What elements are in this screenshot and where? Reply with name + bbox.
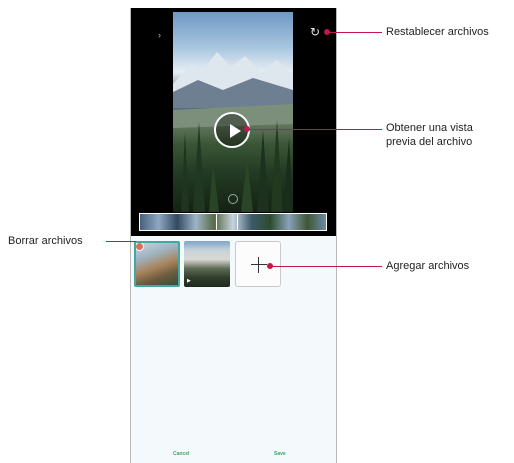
save-button[interactable]: Save <box>274 451 286 457</box>
clip-thumbnail-1[interactable] <box>134 241 180 287</box>
phone-screen: › ↻ ▶ Cancel Save <box>130 8 337 463</box>
play-icon <box>230 124 241 138</box>
add-callout-label: Agregar archivos <box>386 260 470 272</box>
video-preview-area: › ↻ <box>131 8 336 236</box>
preview-callout-line <box>248 129 382 130</box>
add-file-button[interactable] <box>235 241 281 287</box>
preview-callout-label-2: previa del archivo <box>386 136 473 148</box>
cancel-button[interactable]: Cancel <box>173 451 189 457</box>
delete-callout-label: Borrar archivos <box>8 235 83 247</box>
filmstrip[interactable] <box>139 213 327 231</box>
preview-callout-label-1: Obtener una vista <box>386 122 473 134</box>
delete-callout-line <box>106 241 136 242</box>
filmstrip-selection[interactable] <box>216 213 238 231</box>
chevron-right-icon[interactable]: › <box>158 30 161 40</box>
plus-icon-vertical <box>258 257 259 273</box>
delete-dot-icon[interactable] <box>136 243 144 251</box>
plus-icon <box>251 264 267 265</box>
thumbnail-play-icon: ▶ <box>187 278 191 284</box>
reset-callout-label: Restablecer archivos <box>386 26 489 38</box>
clip-thumbnail-2[interactable]: ▶ <box>184 241 230 287</box>
clock-icon <box>228 194 238 204</box>
reset-callout-line <box>328 32 382 33</box>
reset-icon[interactable]: ↻ <box>309 26 321 38</box>
add-callout-line <box>271 266 382 267</box>
